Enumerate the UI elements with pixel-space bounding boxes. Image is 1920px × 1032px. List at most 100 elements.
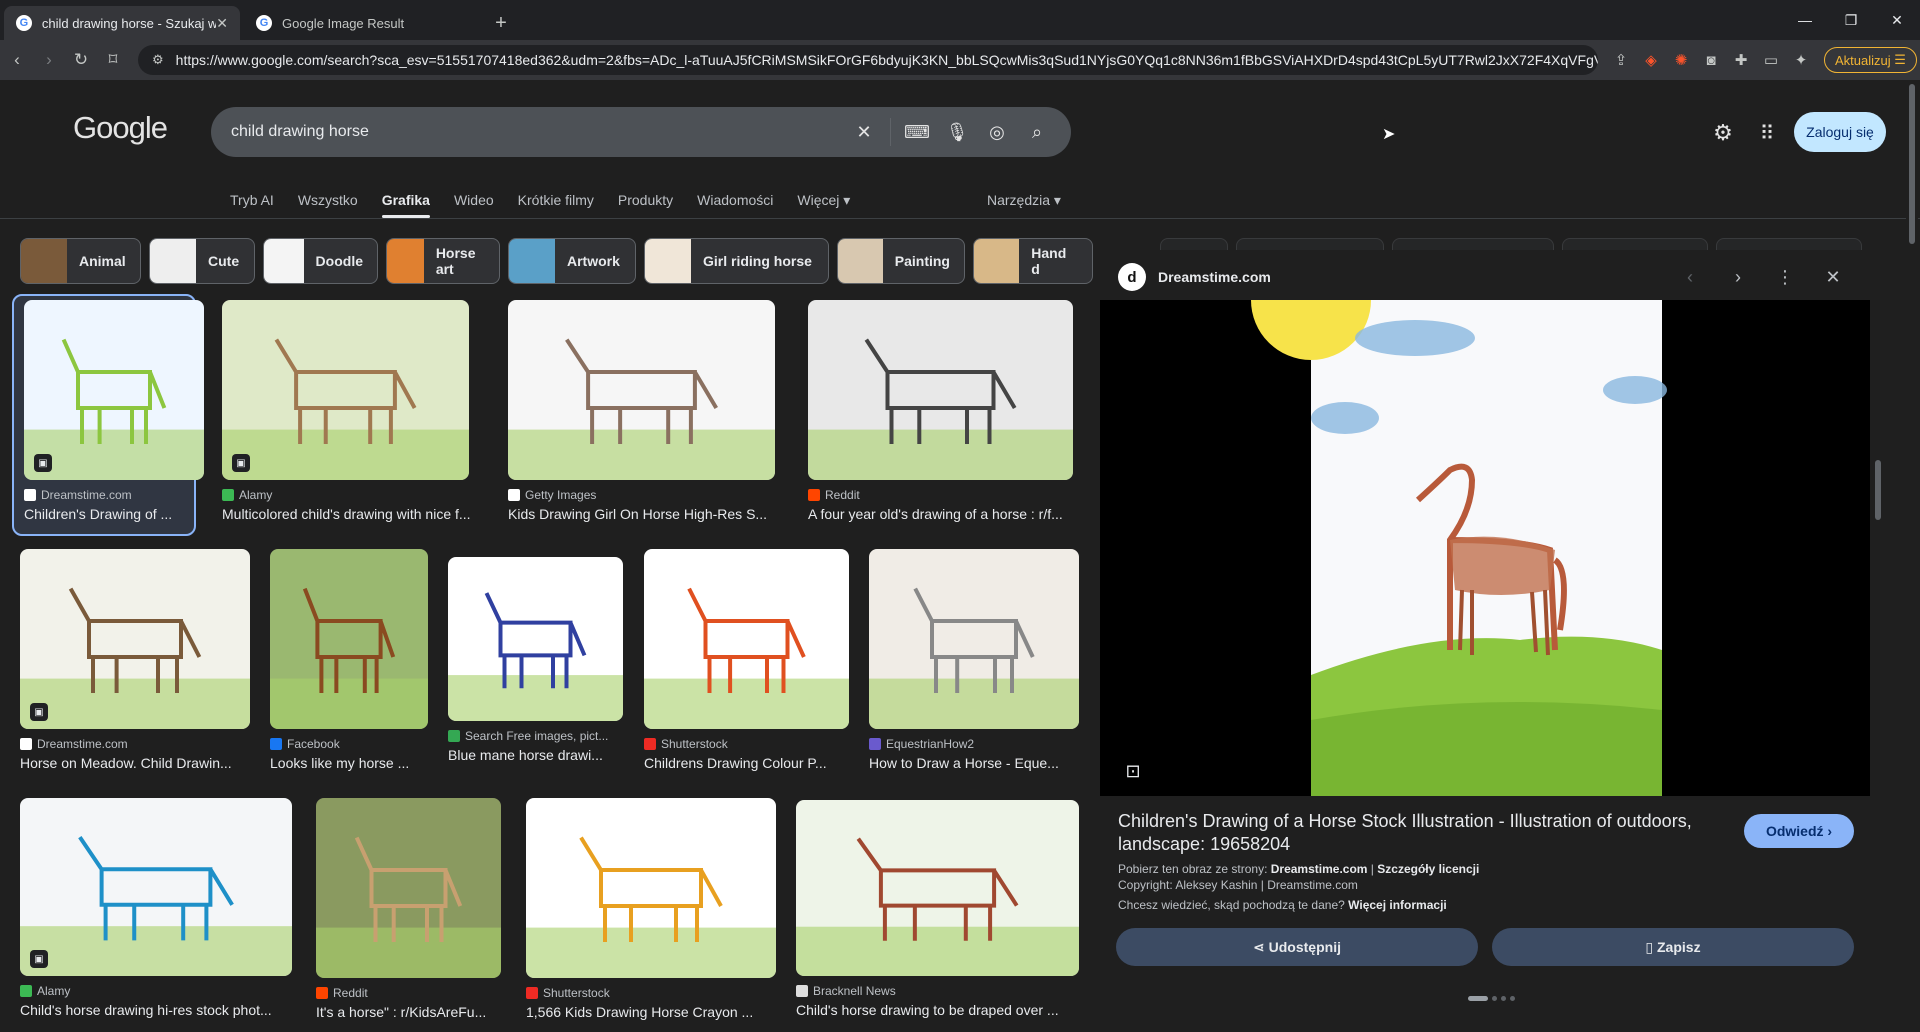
apps-grid-icon[interactable]: ⠿	[1754, 120, 1780, 146]
more-options-icon[interactable]: ⋮	[1770, 262, 1800, 292]
tab-short-videos[interactable]: Krótkie filmy	[518, 184, 594, 216]
panel-scrollbar[interactable]	[1873, 250, 1883, 1000]
result-thumbnail[interactable]	[796, 800, 1079, 976]
restore-icon[interactable]: ❐	[1828, 6, 1874, 34]
tab-close-icon[interactable]: ✕	[216, 15, 228, 32]
search-type-tabs: Tryb AI Wszystko Grafika Wideo Krótkie f…	[230, 184, 850, 218]
result-title[interactable]: How to Draw a Horse - Eque...	[869, 755, 1089, 771]
tab-products[interactable]: Produkty	[618, 184, 673, 216]
result-thumbnail[interactable]	[20, 549, 250, 729]
chip-label: Cute	[208, 253, 240, 269]
image-type-badge-icon: ▣	[30, 950, 48, 968]
result-title[interactable]: It's a horse" : r/KidsAreFu...	[316, 1004, 511, 1020]
source-favicon-icon	[270, 738, 282, 750]
download-site-link[interactable]: Dreamstime.com	[1271, 862, 1368, 876]
chip-doodle[interactable]: Doodle	[263, 238, 378, 284]
result-title[interactable]: Multicolored child's drawing with nice f…	[222, 506, 479, 522]
result-title[interactable]: Blue mane horse drawi...	[448, 747, 633, 763]
result-thumbnail[interactable]	[869, 549, 1079, 729]
result-title[interactable]: Horse on Meadow. Child Drawin...	[20, 755, 260, 771]
chip-artwork[interactable]: Artwork	[508, 238, 636, 284]
reload-icon[interactable]: ↻	[66, 45, 96, 75]
minimize-icon[interactable]: —	[1782, 6, 1828, 34]
tab-images[interactable]: Grafika	[381, 184, 431, 218]
google-logo[interactable]: Google	[73, 110, 168, 146]
preview-title[interactable]: Children's Drawing of a Horse Stock Illu…	[1118, 810, 1718, 856]
lens-icon[interactable]: ◎	[983, 118, 1011, 146]
preview-image[interactable]	[1100, 240, 1870, 796]
bookmark-icon[interactable]: ⌑	[98, 45, 128, 75]
result-title[interactable]: Child's horse drawing to be draped over …	[796, 1002, 1089, 1018]
result-title[interactable]: Childrens Drawing Colour P...	[644, 755, 859, 771]
result-title[interactable]: Looks like my horse ...	[270, 755, 438, 771]
brave-shield-icon[interactable]: ◈	[1636, 45, 1666, 75]
forward-icon[interactable]: ›	[34, 45, 64, 75]
result-title[interactable]: Child's horse drawing hi-res stock phot.…	[20, 1002, 302, 1018]
more-info-link[interactable]: Więcej informacji	[1348, 898, 1447, 912]
share-page-icon[interactable]: ⇪	[1606, 45, 1636, 75]
extensions-icon[interactable]: ✚	[1726, 45, 1756, 75]
panel-source[interactable]: Dreamstime.com	[1158, 269, 1271, 285]
page-scrollbar[interactable]	[1906, 80, 1918, 1032]
pagination-dots	[1468, 996, 1515, 1001]
result-thumbnail[interactable]	[508, 300, 775, 480]
result-thumbnail[interactable]	[316, 798, 501, 978]
brave-rewards-icon[interactable]: ✺	[1666, 45, 1696, 75]
sidebar-icon[interactable]: ▭	[1756, 45, 1786, 75]
chip-hand-d[interactable]: Hand d	[973, 238, 1093, 284]
leo-ai-icon[interactable]: ✦	[1786, 45, 1816, 75]
gear-icon[interactable]: ⚙	[1710, 120, 1736, 146]
result-thumbnail[interactable]	[644, 549, 849, 729]
new-tab-icon[interactable]: +	[486, 6, 516, 40]
result-source: Facebook	[270, 737, 438, 751]
mic-icon[interactable]: 🎙	[943, 118, 971, 146]
tab-news[interactable]: Wiadomości	[697, 184, 773, 216]
chip-horse-art[interactable]: Horse art	[386, 238, 500, 284]
tab-videos[interactable]: Wideo	[454, 184, 494, 216]
scrollbar-thumb[interactable]	[1909, 84, 1915, 244]
site-info-icon[interactable]: ⚙	[152, 52, 164, 68]
result-source: Dreamstime.com	[24, 488, 214, 502]
search-icon[interactable]: ⌕	[1023, 118, 1051, 146]
visit-button[interactable]: Odwiedź ›	[1744, 814, 1854, 848]
save-button[interactable]: ▯ Zapisz	[1492, 928, 1854, 966]
scrollbar-thumb[interactable]	[1875, 460, 1881, 520]
result-title[interactable]: A four year old's drawing of a horse : r…	[808, 506, 1083, 522]
result-thumbnail[interactable]	[270, 549, 428, 729]
chip-girl-riding-horse[interactable]: Girl riding horse	[644, 238, 829, 284]
result-thumbnail[interactable]	[222, 300, 469, 480]
close-icon[interactable]: ✕	[1818, 262, 1848, 292]
result-thumbnail[interactable]	[24, 300, 204, 480]
next-image-icon[interactable]: ›	[1723, 262, 1753, 292]
keyboard-icon[interactable]: ⌨	[903, 118, 931, 146]
reader-icon[interactable]: ◙	[1696, 45, 1726, 75]
child-horse-drawing	[24, 338, 204, 480]
search-input[interactable]	[231, 123, 850, 141]
close-window-icon[interactable]: ✕	[1874, 6, 1920, 34]
url-bar[interactable]: ⚙ https://www.google.com/search?sca_esv=…	[138, 45, 1598, 75]
tools-button[interactable]: Narzędzia ▾	[987, 184, 1061, 216]
back-icon[interactable]: ‹	[2, 45, 32, 75]
browser-tab[interactable]: G Google Image Result	[244, 6, 480, 40]
tab-ai-mode[interactable]: Tryb AI	[230, 184, 274, 216]
update-button[interactable]: Aktualizuj ☰	[1824, 47, 1917, 73]
result-thumbnail[interactable]	[448, 557, 623, 721]
tab-more[interactable]: Więcej ▾	[797, 184, 850, 216]
result-thumbnail[interactable]	[808, 300, 1073, 480]
browser-tab-active[interactable]: G child drawing horse - Szukaj w G ✕	[4, 6, 240, 40]
chip-cute[interactable]: Cute	[149, 238, 255, 284]
result-title[interactable]: Children's Drawing of ...	[24, 506, 214, 522]
result-thumbnail[interactable]	[526, 798, 776, 978]
result-thumbnail[interactable]	[20, 798, 292, 976]
license-link[interactable]: Szczegóły licencji	[1377, 862, 1479, 876]
clear-icon[interactable]: ✕	[850, 118, 878, 146]
lens-search-icon[interactable]: ⊡	[1120, 758, 1146, 784]
chip-painting[interactable]: Painting	[837, 238, 965, 284]
result-title[interactable]: Kids Drawing Girl On Horse High-Res S...	[508, 506, 785, 522]
result-title[interactable]: 1,566 Kids Drawing Horse Crayon ...	[526, 1004, 786, 1020]
tab-all[interactable]: Wszystko	[298, 184, 358, 216]
chip-animal[interactable]: Animal	[20, 238, 141, 284]
prev-image-icon[interactable]: ‹	[1675, 262, 1705, 292]
sign-in-button[interactable]: Zaloguj się	[1794, 112, 1886, 152]
share-button[interactable]: ⋖ Udostępnij	[1116, 928, 1478, 966]
